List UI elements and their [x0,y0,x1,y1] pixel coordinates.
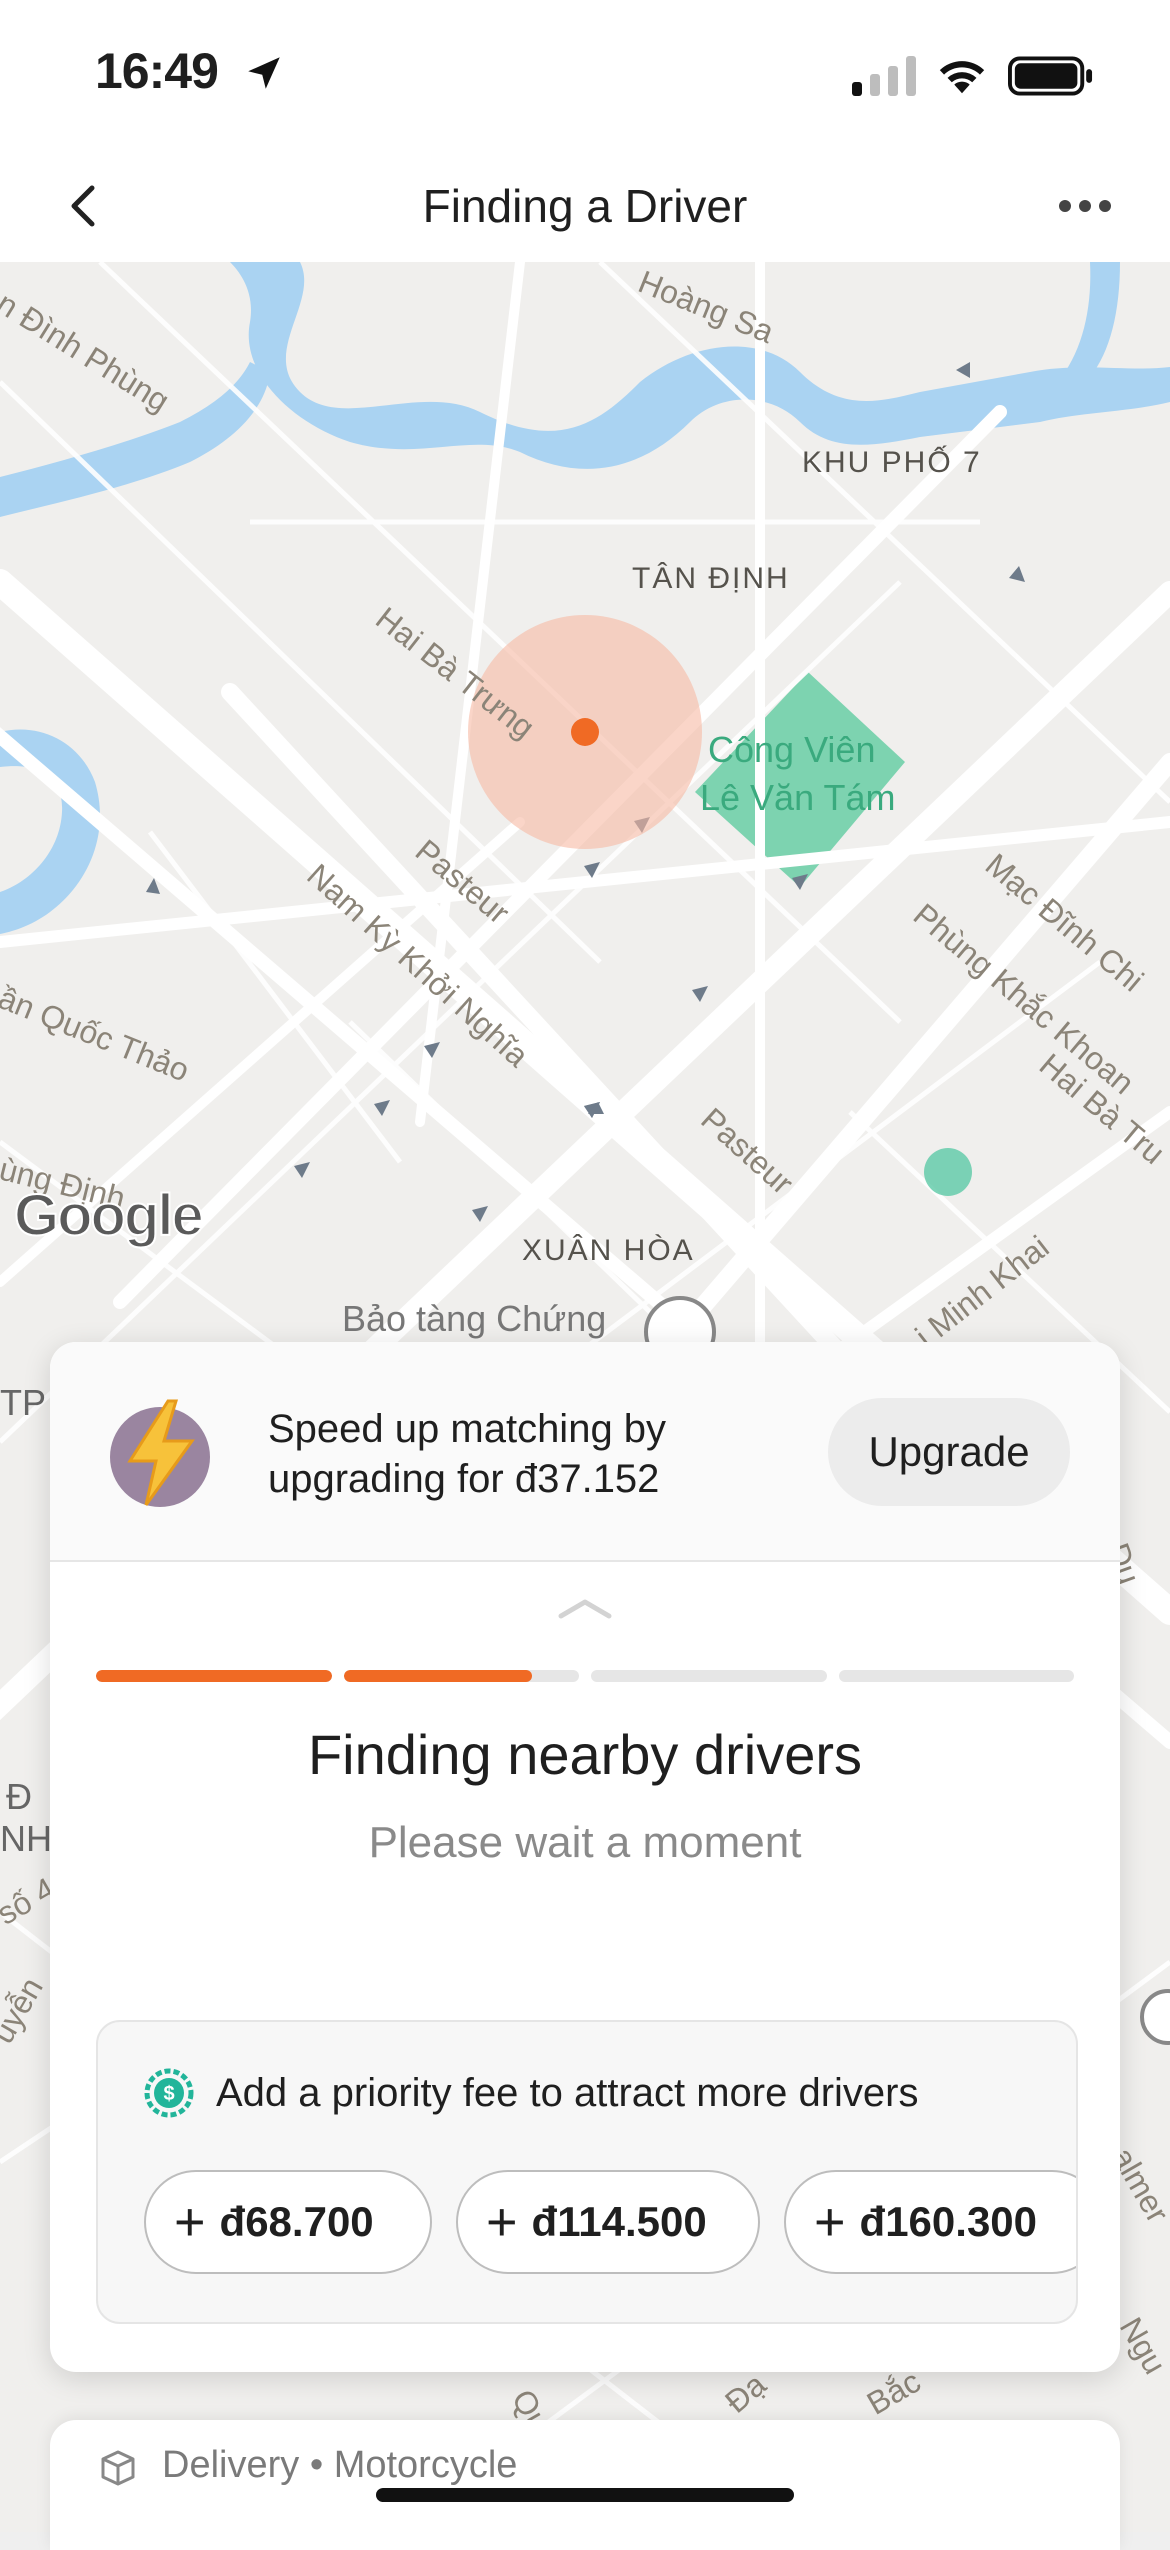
delivery-summary: Delivery • Motorcycle [162,2444,517,2487]
upgrade-text-line2: upgrading for đ37.152 [268,1457,660,1501]
status-subtitle: Please wait a moment [368,1818,802,1867]
service-type: Delivery [162,2444,300,2486]
upgrade-message: Speed up matching by upgrading for đ37.1… [268,1404,768,1504]
progress-segment [591,1670,827,1682]
svg-text:$: $ [163,2083,174,2105]
lightning-bolt-icon [110,1399,210,1507]
park-label: Lê Văn Tám [700,777,896,818]
cellular-signal-icon [852,56,916,96]
district-label: KHU PHỐ 7 [802,446,982,479]
priority-fee-option-2[interactable]: + đ114.500 [456,2170,760,2274]
priority-fee-option-1[interactable]: + đ68.700 [144,2170,432,2274]
separator: • [309,2444,324,2486]
progress-segment [96,1670,332,1682]
navigation-bar: Finding a Driver [0,150,1170,262]
more-options-icon[interactable] [1040,170,1130,242]
priority-fee-label: Add a priority fee to attract more drive… [216,2071,919,2115]
battery-icon [1008,56,1093,96]
chevron-up-icon[interactable] [555,1592,615,1622]
district-label: XUÂN HÒA [522,1234,695,1267]
priority-fee-option-3[interactable]: + đ160.300 [784,2170,1076,2274]
home-indicator[interactable] [376,2488,794,2502]
district-label: NH [0,1818,52,1859]
plus-icon: + [486,2192,518,2252]
upgrade-banner[interactable]: Speed up matching by upgrading for đ37.1… [50,1342,1120,1562]
delivery-info-card[interactable]: Delivery • Motorcycle [50,2420,1120,2550]
poi-label: Bảo tàng Chứng [342,1298,607,1339]
vehicle-type: Motorcycle [333,2444,518,2486]
priority-fee-section: $ Add a priority fee to attract more dri… [96,2020,1078,2324]
district-label: Đ [6,1776,32,1817]
status-bar: 16:49 [0,0,1170,150]
wifi-icon [939,61,985,94]
plus-icon: + [174,2192,206,2252]
location-arrow-icon [248,57,280,89]
package-icon [101,2450,135,2486]
district-label: TÂN ĐỊNH [632,562,790,595]
pickup-dot [571,718,599,746]
progress-fill [96,1670,332,1682]
finding-driver-card: Speed up matching by upgrading for đ37.1… [50,1342,1120,2372]
progress-segment [838,1670,1074,1682]
search-progress [96,1670,1074,1682]
page-title: Finding a Driver [422,180,748,232]
poi-marker[interactable] [924,1148,972,1196]
plus-icon: + [814,2192,846,2252]
upgrade-text-line1: Speed up matching by [268,1407,667,1451]
district-label: TP [0,1382,47,1423]
fee-amount: đ68.700 [219,2198,374,2245]
fee-amount: đ160.300 [859,2198,1038,2245]
progress-fill [343,1670,532,1682]
park-label: Công Viên [708,729,876,770]
progress-segment [343,1670,579,1682]
upgrade-button[interactable]: Upgrade [828,1398,1070,1506]
coin-icon: $ [144,2068,194,2118]
fee-amount: đ114.500 [531,2198,707,2245]
clock: 16:49 [95,43,219,99]
google-logo: Google [13,1182,205,1249]
status-title: Finding nearby drivers [307,1723,863,1786]
